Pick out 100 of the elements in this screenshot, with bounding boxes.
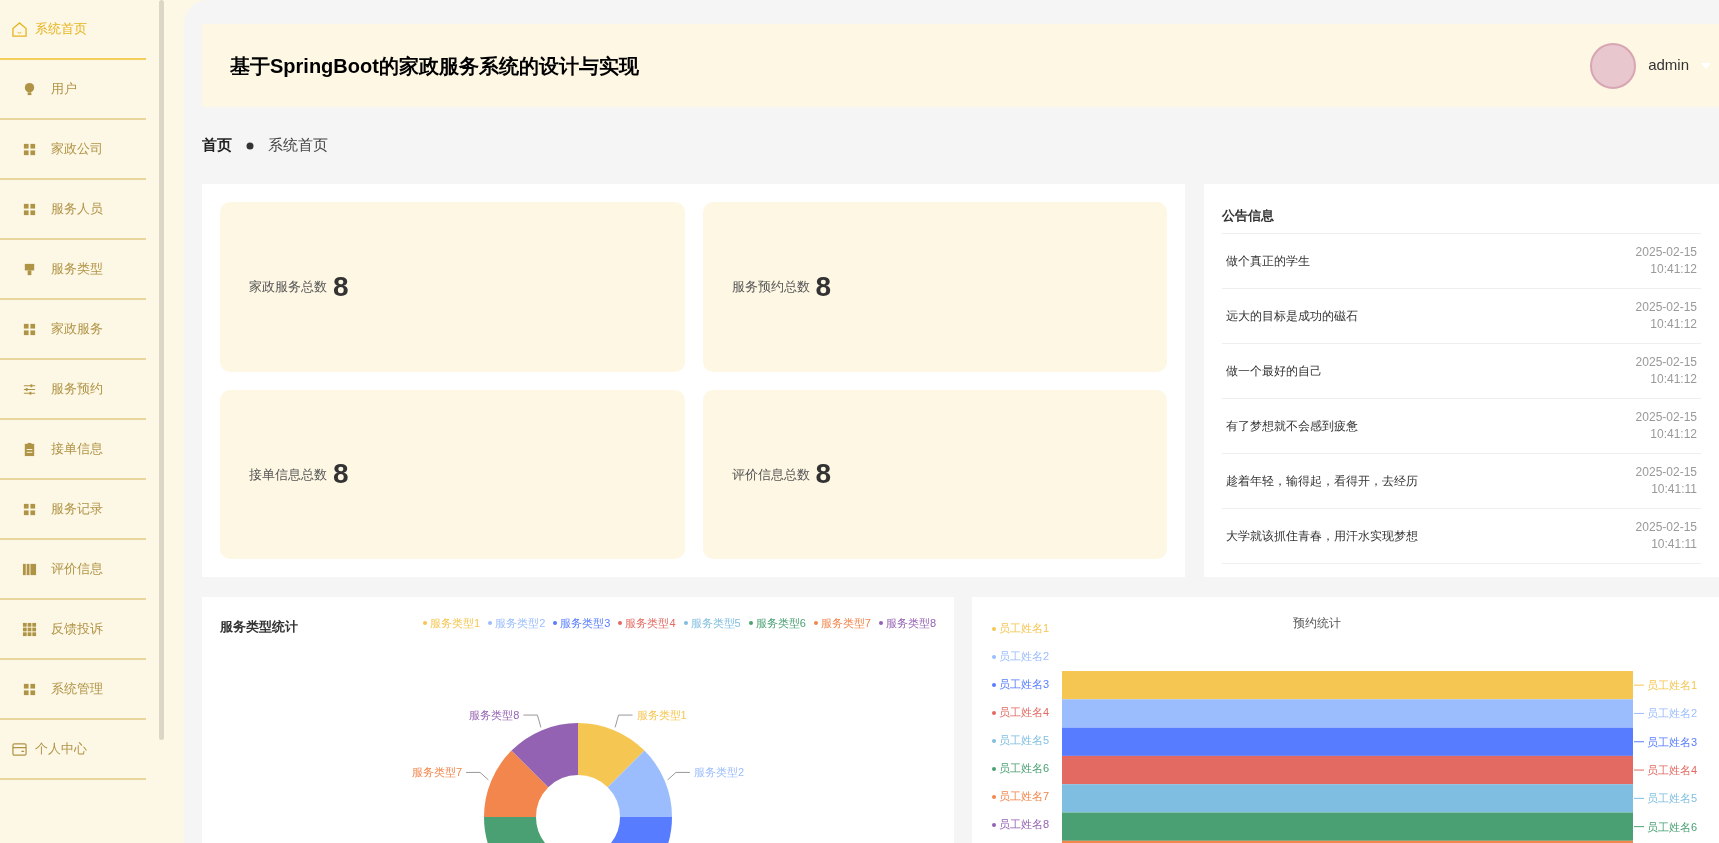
stat-value: 8 [815,269,832,304]
panel-title: 公告信息 [1222,198,1701,234]
notice-title[interactable]: 远大的目标是成功的磁石 [1226,307,1358,325]
sidebar-item[interactable]: 反馈投诉 [22,619,103,639]
bar-label: 员工姓名2 [1647,707,1698,720]
notice-date: 2025-02-15 [1635,244,1697,261]
notice-title[interactable]: 做个真正的学生 [1226,252,1310,270]
legend-label[interactable]: 服务类型6 [755,615,806,632]
home-icon [12,21,27,37]
legend-label[interactable]: 员工姓名3 [999,676,1050,693]
sidebar-item[interactable]: 家政公司 [22,139,103,159]
leader-line [1633,826,1645,828]
legend-label[interactable]: 服务类型7 [820,615,871,632]
leader-line [1633,797,1645,799]
bar-label: 员工姓名5 [1647,792,1698,805]
notice-title[interactable]: 趁着年轻，输得起，看得开，去经历 [1226,472,1418,490]
sliders-icon [22,381,37,397]
stat-value: 8 [333,269,349,304]
page-title: 基于SpringBoot的家政服务系统的设计与实现 [230,53,639,79]
slice-label: 服务类型7 [411,766,463,779]
bar-label: 员工姓名4 [1647,764,1698,777]
grid-icon [22,141,37,157]
marker-icon [22,261,37,277]
caret-icon[interactable] [1701,62,1711,69]
grid-nine-icon [22,621,37,637]
notice-time: 10:41:12 [1650,261,1697,278]
legend-label[interactable]: 员工姓名1 [999,620,1050,637]
donut-slice [511,723,578,788]
grid-icon [22,201,37,217]
notice-date: 2025-02-15 [1635,299,1697,316]
stat-label: 接单信息总数 [249,465,327,484]
legend-label[interactable]: 员工姓名7 [999,788,1050,805]
notice-time: 10:41:11 [1651,536,1697,553]
grid-icon [22,681,37,697]
legend-label[interactable]: 员工姓名6 [999,760,1050,777]
notice-date: 2025-02-15 [1635,519,1697,536]
legend-label[interactable]: 服务类型8 [885,615,936,632]
chart-title: 预约统计 [1293,615,1341,632]
grid-icon [22,321,37,337]
sidebar-item[interactable]: 用户 [22,79,77,99]
notice-title[interactable]: 大学就该抓住青春，用汗水实现梦想 [1226,527,1418,545]
stat-label: 服务预约总数 [731,278,810,296]
sidebar-item[interactable]: 服务预约 [22,379,103,399]
notice-title[interactable]: 做一个最好的自己 [1226,362,1322,380]
chart-title: 服务类型统计 [220,618,298,636]
sidebar-item[interactable]: 服务人员 [22,199,103,219]
sidebar-item[interactable]: 服务类型 [22,259,103,279]
leader-line [1633,741,1645,743]
clipboard-icon [22,441,37,457]
stat-value: 8 [333,457,349,492]
notice-time: 10:41:12 [1650,371,1697,388]
sidebar-item[interactable]: 接单信息 [22,439,103,459]
books-icon [22,561,37,577]
sidebar-item[interactable]: 评价信息 [22,559,103,579]
leader-line [465,771,489,781]
leader-line [1633,684,1645,686]
bar-label: 员工姓名3 [1647,735,1698,748]
donut-slice [578,723,645,788]
stat-value: 8 [815,457,832,492]
leader-line [1633,712,1645,714]
legend-label[interactable]: 员工姓名2 [999,648,1050,665]
slice-label: 服务类型1 [636,709,687,722]
sidebar-item[interactable]: 服务记录 [22,499,103,519]
sidebar-item[interactable]: 个人中心 [12,739,87,759]
sidebar-item[interactable]: 家政服务 [22,319,103,339]
legend-label[interactable]: 服务类型5 [690,615,741,632]
bulb-icon [22,81,37,97]
legend-label[interactable]: 服务类型1 [430,615,481,632]
breadcrumb-current: 系统首页 [268,135,328,156]
notice-date: 2025-02-15 [1635,354,1697,371]
card-icon [12,741,27,757]
legend-label[interactable]: 员工姓名5 [999,732,1050,749]
separator-dot-icon [246,141,254,150]
legend-label[interactable]: 员工姓名4 [999,704,1050,721]
legend-label[interactable]: 服务类型4 [625,615,676,632]
notice-date: 2025-02-15 [1635,409,1697,426]
slice-label: 服务类型2 [693,766,745,779]
slice-label: 服务类型8 [469,709,520,722]
bar-label: 员工姓名1 [1647,679,1698,692]
scrollbar[interactable] [159,0,164,740]
leader-line [667,771,691,781]
sidebar-item[interactable]: 系统首页 [12,19,87,39]
notice-time: 10:41:12 [1650,426,1697,443]
leader-line [522,714,542,728]
notice-time: 10:41:11 [1651,481,1697,498]
stat-label: 家政服务总数 [249,278,327,296]
notice-date: 2025-02-15 [1635,464,1697,481]
stat-label: 评价信息总数 [731,465,810,484]
user-name[interactable]: admin [1648,54,1689,77]
sidebar-item[interactable]: 系统管理 [22,679,103,699]
legend-label[interactable]: 服务类型3 [560,615,611,632]
grid-icon [22,501,37,517]
legend-label[interactable]: 员工姓名8 [999,816,1050,833]
leader-line [614,714,634,728]
legend-label[interactable]: 服务类型2 [495,615,546,632]
notice-time: 10:41:12 [1650,316,1697,333]
breadcrumb-link[interactable]: 首页 [202,134,232,157]
notice-title[interactable]: 有了梦想就不会感到疲惫 [1226,417,1358,435]
bar-label: 员工姓名6 [1647,820,1698,833]
leader-line [1633,769,1645,771]
